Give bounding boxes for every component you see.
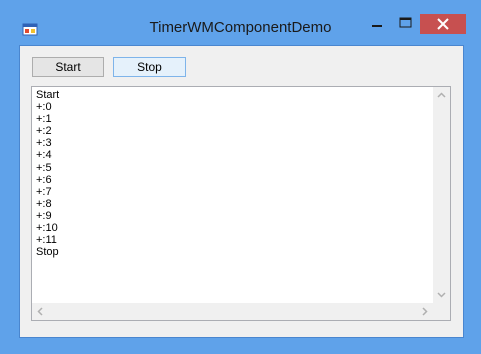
scroll-right-icon[interactable] (416, 303, 433, 320)
log-line: +:0 (36, 101, 52, 114)
scroll-left-icon[interactable] (32, 303, 49, 320)
scrollbar-corner (433, 303, 450, 320)
app-window: TimerWMComponentDemo Start Stop Start +:… (0, 0, 481, 354)
start-button[interactable]: Start (32, 57, 104, 77)
log-line: +:3 (36, 137, 52, 150)
log-line: +:2 (36, 125, 52, 138)
scroll-down-icon[interactable] (433, 286, 450, 303)
log-line: +:10 (36, 222, 58, 235)
vertical-scrollbar[interactable] (433, 87, 450, 303)
maximize-icon (399, 17, 412, 28)
log-line: +:7 (36, 185, 52, 198)
close-icon (437, 18, 449, 30)
log-line: +:5 (36, 161, 52, 174)
stop-button[interactable]: Stop (113, 57, 186, 77)
log-line: Stop (36, 246, 59, 259)
close-button[interactable] (420, 14, 466, 34)
client-area: Start Stop Start +:0 +:1 +:2 +:3 +:4 +:5… (19, 45, 464, 338)
log-lines: Start +:0 +:1 +:2 +:3 +:4 +:5 +:6 +:7 +:… (36, 89, 59, 258)
log-line: +:9 (36, 209, 52, 222)
title-bar[interactable]: TimerWMComponentDemo (0, 0, 481, 40)
scroll-up-icon[interactable] (433, 87, 450, 104)
maximize-button[interactable] (391, 14, 419, 34)
log-line: +:8 (36, 197, 52, 210)
horizontal-scrollbar[interactable] (32, 303, 433, 320)
minimize-button[interactable] (364, 14, 392, 34)
log-line: +:6 (36, 173, 52, 186)
minimize-icon (372, 25, 382, 27)
log-line: +:4 (36, 149, 52, 162)
log-line: +:11 (36, 234, 57, 247)
log-line: Start (36, 89, 60, 101)
log-line: +:1 (36, 113, 52, 126)
log-listbox[interactable]: Start +:0 +:1 +:2 +:3 +:4 +:5 +:6 +:7 +:… (31, 86, 451, 321)
